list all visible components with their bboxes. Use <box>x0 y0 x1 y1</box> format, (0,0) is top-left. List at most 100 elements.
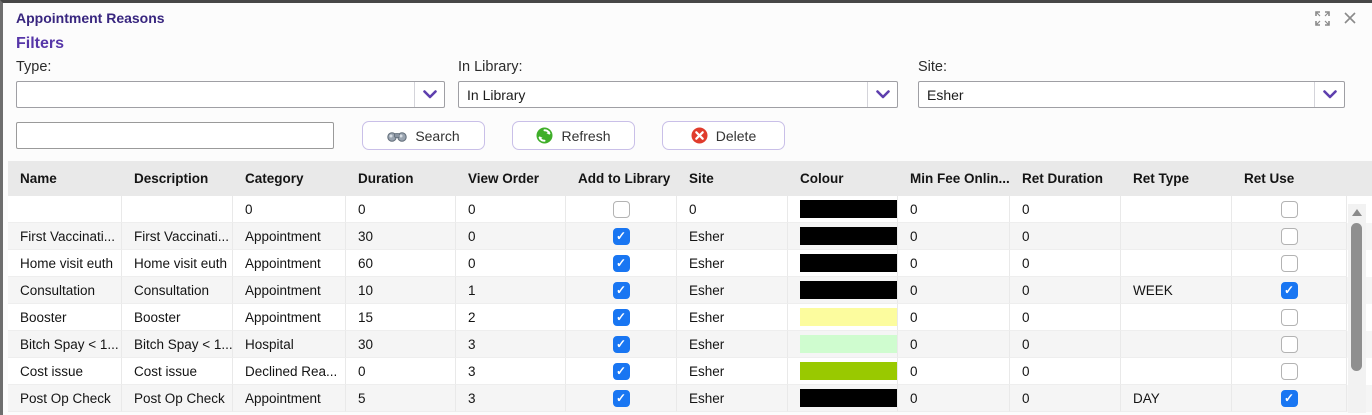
filter-group-type: Type: <box>16 59 445 108</box>
cell-description: Bitch Spay < 1... <box>122 331 233 358</box>
cell-category: Appointment <box>233 277 346 304</box>
site-dropdown[interactable]: Esher <box>918 81 1345 108</box>
table-row[interactable]: Bitch Spay < 1... Bitch Spay < 1... Hospit… <box>8 331 1372 358</box>
cell-description: Home visit euth <box>122 250 233 277</box>
unchecked-checkbox[interactable]: ✓ <box>1280 227 1298 245</box>
cell-duration: 15 <box>346 304 456 331</box>
search-input[interactable] <box>16 122 334 149</box>
checked-checkbox[interactable]: ✓ <box>612 254 630 272</box>
chevron-down-icon[interactable] <box>1314 82 1344 107</box>
column-header[interactable]: Description <box>122 171 233 186</box>
column-header[interactable]: View Order <box>456 171 566 186</box>
cell-ret-use: ✓ <box>1232 385 1347 412</box>
column-header[interactable]: Add to Library <box>566 171 677 186</box>
unchecked-checkbox[interactable]: ✓ <box>1280 335 1298 353</box>
column-header[interactable]: Ret Type <box>1121 171 1232 186</box>
cell-description: Cost issue <box>122 358 233 385</box>
colour-swatch[interactable] <box>800 281 897 299</box>
unchecked-checkbox[interactable]: ✓ <box>1280 308 1298 326</box>
cell-view-order: 3 <box>456 331 566 358</box>
in-library-dropdown[interactable]: In Library <box>458 81 898 108</box>
chevron-down-icon[interactable] <box>414 82 444 107</box>
colour-swatch[interactable] <box>800 389 897 407</box>
cell-ret-duration: 0 <box>1010 304 1121 331</box>
cell-view-order: 3 <box>456 385 566 412</box>
cell-duration: 5 <box>346 385 456 412</box>
cell-site: Esher <box>677 223 788 250</box>
cell-category: Appointment <box>233 250 346 277</box>
site-dropdown-value: Esher <box>927 86 964 103</box>
colour-swatch[interactable] <box>800 200 897 218</box>
cell-ret-duration: 0 <box>1010 277 1121 304</box>
table-row[interactable]: 000✓000✓ <box>8 196 1372 223</box>
cell-name: Consultation <box>8 277 122 304</box>
checked-checkbox[interactable]: ✓ <box>612 308 630 326</box>
cell-ret-type <box>1121 223 1232 250</box>
filters-heading: Filters <box>16 35 65 52</box>
colour-swatch[interactable] <box>800 308 897 326</box>
unchecked-checkbox[interactable]: ✓ <box>612 200 630 218</box>
checked-checkbox[interactable]: ✓ <box>1280 389 1298 407</box>
cell-ret-use: ✓ <box>1232 304 1347 331</box>
cell-ret-type <box>1121 304 1232 331</box>
cell-category: Appointment <box>233 304 346 331</box>
vertical-scrollbar[interactable] <box>1348 204 1366 413</box>
cell-min-fee: 0 <box>898 277 1010 304</box>
unchecked-checkbox[interactable]: ✓ <box>1280 254 1298 272</box>
cell-name <box>8 196 122 223</box>
refresh-button-label: Refresh <box>561 127 611 144</box>
table-row[interactable]: BoosterBoosterAppointment152✓Esher00✓ <box>8 304 1372 331</box>
cell-add-to-library: ✓ <box>566 277 677 304</box>
cell-ret-type <box>1121 250 1232 277</box>
checked-checkbox[interactable]: ✓ <box>612 227 630 245</box>
column-header[interactable]: Name <box>8 171 122 186</box>
cell-ret-use: ✓ <box>1232 358 1347 385</box>
column-header[interactable]: Ret Use <box>1232 171 1347 186</box>
scroll-up-arrow-icon[interactable] <box>1352 209 1362 216</box>
colour-swatch[interactable] <box>800 335 897 353</box>
checked-checkbox[interactable]: ✓ <box>612 335 630 353</box>
cell-view-order: 0 <box>456 223 566 250</box>
cell-name: Booster <box>8 304 122 331</box>
cell-duration: 30 <box>346 331 456 358</box>
checked-checkbox[interactable]: ✓ <box>612 389 630 407</box>
cell-site: Esher <box>677 331 788 358</box>
column-header[interactable]: Site <box>677 171 788 186</box>
table-row[interactable]: Cost issue Cost issue Declined Rea... 0 3 ✓ Es… <box>8 358 1372 385</box>
page-title: Appointment Reasons <box>16 10 165 26</box>
close-icon[interactable] <box>1340 8 1360 28</box>
colour-swatch[interactable] <box>800 227 897 245</box>
table-row[interactable]: Home visit euth Home visit euth Appointmen… <box>8 250 1372 277</box>
cell-duration: 10 <box>346 277 456 304</box>
search-button[interactable]: Search <box>362 121 485 150</box>
checked-checkbox[interactable]: ✓ <box>612 362 630 380</box>
table-row[interactable]: Post Op Check Post Op Check Appointment 5 3 ✓… <box>8 385 1372 412</box>
cell-ret-type: WEEK <box>1121 277 1232 304</box>
colour-swatch[interactable] <box>800 362 897 380</box>
chevron-down-icon[interactable] <box>867 82 897 107</box>
cell-name: Home visit euth <box>8 250 122 277</box>
type-dropdown[interactable] <box>16 81 445 108</box>
appointment-reasons-dialog: Appointment Reasons Filters Type: In Lib… <box>0 0 1372 415</box>
delete-button[interactable]: Delete <box>662 121 785 150</box>
unchecked-checkbox[interactable]: ✓ <box>1280 362 1298 380</box>
table-row[interactable]: Consultation Consultation Appointment 10 1 ✓ E… <box>8 277 1372 304</box>
column-header[interactable]: Min Fee Onlin... <box>898 171 1010 186</box>
refresh-button[interactable]: Refresh <box>512 121 635 150</box>
unchecked-checkbox[interactable]: ✓ <box>1280 200 1298 218</box>
checked-checkbox[interactable]: ✓ <box>612 281 630 299</box>
column-header[interactable]: Colour <box>788 171 898 186</box>
cell-name: First Vaccinati... <box>8 223 122 250</box>
column-header[interactable]: Duration <box>346 171 456 186</box>
checked-checkbox[interactable]: ✓ <box>1280 281 1298 299</box>
expand-icon[interactable] <box>1312 8 1332 28</box>
column-header[interactable]: Ret Duration <box>1010 171 1121 186</box>
scrollbar-thumb[interactable] <box>1351 223 1362 371</box>
cell-colour <box>788 223 898 250</box>
cell-category: 0 <box>233 196 346 223</box>
column-header[interactable]: Category <box>233 171 346 186</box>
search-button-label: Search <box>415 127 460 144</box>
colour-swatch[interactable] <box>800 254 897 272</box>
search-row: Search Refresh Delete <box>16 121 1372 150</box>
table-row[interactable]: First Vaccinati... First Vaccinati... Appo… <box>8 223 1372 250</box>
